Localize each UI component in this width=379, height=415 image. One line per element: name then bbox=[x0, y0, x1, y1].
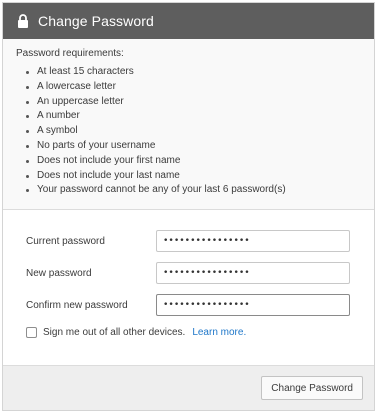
change-password-panel: Change Password Password requirements: A… bbox=[2, 2, 375, 411]
confirm-password-field[interactable] bbox=[156, 294, 350, 316]
lock-icon bbox=[18, 14, 28, 28]
new-password-field[interactable] bbox=[156, 262, 350, 284]
requirement-item: Your password cannot be any of your last… bbox=[16, 183, 374, 198]
password-requirements: Password requirements: At least 15 chara… bbox=[3, 39, 374, 210]
new-password-row: New password bbox=[26, 262, 351, 284]
learn-more-link[interactable]: Learn more. bbox=[192, 327, 246, 338]
change-password-button[interactable]: Change Password bbox=[261, 376, 363, 400]
requirement-item: An uppercase letter bbox=[16, 95, 374, 110]
current-password-field[interactable] bbox=[156, 230, 350, 252]
requirement-item: At least 15 characters bbox=[16, 65, 374, 80]
requirement-item: Does not include your last name bbox=[16, 169, 374, 184]
panel-title: Change Password bbox=[38, 13, 154, 29]
new-password-label: New password bbox=[26, 267, 92, 279]
signout-label: Sign me out of all other devices. bbox=[43, 327, 186, 338]
requirement-item: A lowercase letter bbox=[16, 80, 374, 95]
current-password-label: Current password bbox=[26, 235, 105, 247]
signout-checkbox[interactable] bbox=[26, 327, 37, 338]
requirements-list: At least 15 characters A lowercase lette… bbox=[16, 65, 374, 198]
requirements-heading: Password requirements: bbox=[16, 48, 124, 59]
current-password-row: Current password bbox=[26, 230, 351, 252]
requirement-item: A symbol bbox=[16, 124, 374, 139]
confirm-password-label: Confirm new password bbox=[26, 299, 128, 311]
requirement-item: Does not include your first name bbox=[16, 154, 374, 169]
signout-option: Sign me out of all other devices. Learn … bbox=[26, 327, 351, 338]
password-form: Current password New password Confirm ne… bbox=[3, 210, 374, 370]
requirement-item: A number bbox=[16, 109, 374, 124]
confirm-password-row: Confirm new password bbox=[26, 294, 351, 316]
panel-header: Change Password bbox=[3, 3, 374, 39]
requirement-item: No parts of your username bbox=[16, 139, 374, 154]
panel-footer: Change Password bbox=[3, 365, 374, 410]
